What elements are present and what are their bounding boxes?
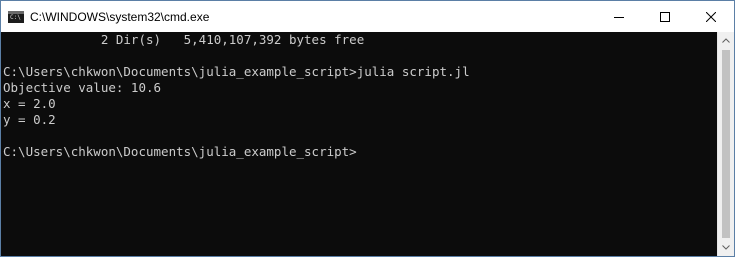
minimize-icon [614, 16, 624, 18]
title-bar[interactable]: C:\ C:\WINDOWS\system32\cmd.exe [1, 1, 734, 32]
cmd-window: C:\ C:\WINDOWS\system32\cmd.exe 2 Dir(s)… [0, 0, 735, 257]
maximize-icon [660, 11, 670, 22]
console-line: x = 2.0 [3, 96, 56, 111]
scrollbar-thumb[interactable] [722, 50, 730, 238]
vertical-scrollbar[interactable] [717, 32, 734, 256]
close-icon [706, 11, 716, 22]
maximize-button[interactable] [642, 1, 688, 32]
close-button[interactable] [688, 1, 734, 32]
cmd-icon[interactable]: C:\ [8, 10, 24, 23]
cmd-icon-label: C:\ [10, 13, 21, 21]
console-line: y = 0.2 [3, 112, 56, 127]
chevron-down-icon [722, 245, 730, 250]
window-title: C:\WINDOWS\system32\cmd.exe [30, 9, 210, 24]
scroll-down-button[interactable] [718, 239, 734, 256]
scroll-up-button[interactable] [718, 32, 734, 49]
console-line: Objective value: 10.6 [3, 80, 162, 95]
minimize-button[interactable] [596, 1, 642, 32]
console-output[interactable]: 2 Dir(s) 5,410,107,392 bytes free C:\Use… [1, 32, 717, 256]
chevron-up-icon [722, 38, 730, 43]
console-prompt: C:\Users\chkwon\Documents\julia_example_… [3, 144, 357, 159]
window-controls [596, 1, 734, 32]
console-line: 2 Dir(s) 5,410,107,392 bytes free [3, 32, 365, 47]
console-line: C:\Users\chkwon\Documents\julia_example_… [3, 64, 470, 79]
